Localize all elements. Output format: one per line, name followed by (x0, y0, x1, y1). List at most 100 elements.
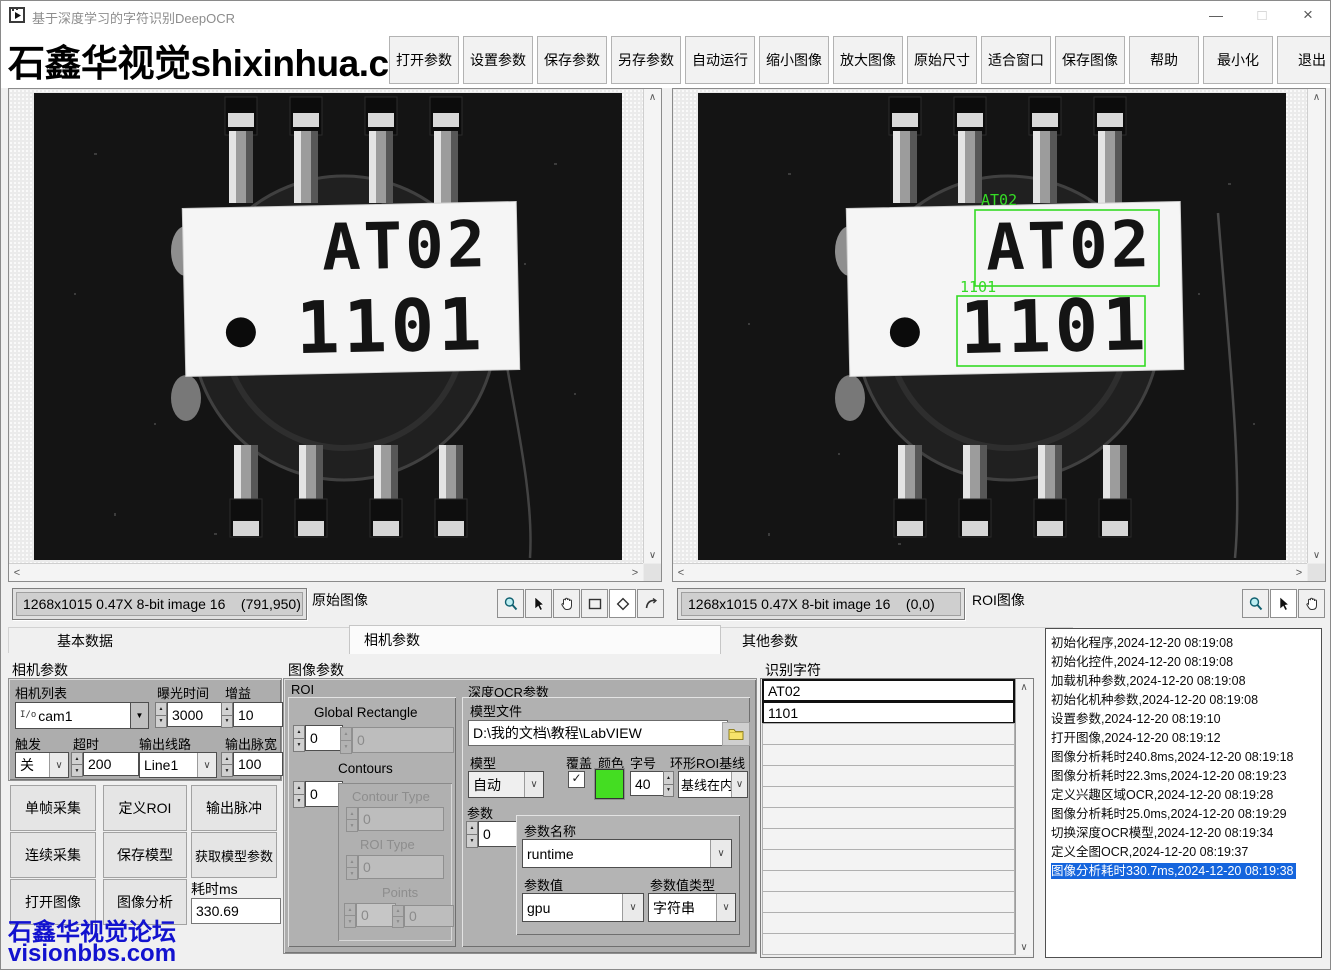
output-pulse-button[interactable]: 输出脉冲 (191, 785, 277, 831)
param-type-select[interactable]: 字符串 ∨ (648, 893, 736, 922)
scroll-right-icon[interactable]: > (1291, 564, 1307, 581)
scroll-down-icon[interactable]: ∨ (644, 547, 661, 563)
save-params-button[interactable]: 保存参数 (537, 36, 607, 84)
roi-image-viewport[interactable]: AT02 1101 AT02 1101 (673, 89, 1307, 563)
log-entry[interactable]: 图像分析耗时22.3ms,2024-12-20 08:19:23 (1051, 767, 1321, 786)
log-entry[interactable]: 加载机种参数,2024-12-20 08:19:08 (1051, 672, 1321, 691)
ring-baseline-select[interactable]: 基线在内 ∨ (678, 771, 748, 798)
spin-up-icon[interactable]: ▲ (155, 702, 167, 716)
chevron-down-icon[interactable]: ∨ (622, 894, 643, 921)
scroll-up-icon[interactable]: ∧ (1016, 679, 1032, 695)
zoom-out-image-button[interactable]: 缩小图像 (759, 36, 829, 84)
param-value-select[interactable]: gpu ∨ (522, 893, 644, 922)
get-model-params-button[interactable]: 获取模型参数 (191, 832, 277, 878)
camera-select[interactable]: I/ocam1 ▼ (15, 702, 149, 729)
recognized-row-empty[interactable] (762, 891, 1015, 913)
recognized-row-empty[interactable] (762, 723, 1015, 745)
gain-input[interactable]: 10 (233, 702, 283, 727)
trigger-select[interactable]: 关 ∨ (15, 752, 69, 778)
single-grab-button[interactable]: 单帧采集 (10, 785, 96, 831)
close-icon[interactable]: × (1285, 0, 1331, 30)
exposure-input[interactable]: 3000 (167, 702, 223, 727)
spin-up-icon[interactable]: ▲ (293, 781, 305, 795)
recognized-row[interactable]: AT02 (762, 679, 1015, 702)
zoom-tool-button[interactable] (497, 589, 524, 618)
log-entry[interactable]: 定义兴趣区域OCR,2024-12-20 08:19:28 (1051, 786, 1321, 805)
scroll-left-icon[interactable]: < (9, 564, 25, 581)
scroll-down-icon[interactable]: ∨ (1016, 939, 1032, 955)
recognized-row-empty[interactable] (762, 933, 1015, 955)
global-rect-index-stepper[interactable]: ▲▼ (293, 725, 305, 751)
spin-down-icon[interactable]: ▼ (293, 738, 305, 752)
log-entry[interactable]: 初始化程序,2024-12-20 08:19:08 (1051, 634, 1321, 653)
define-roi-button[interactable]: 定义ROI (103, 785, 187, 831)
spin-down-icon[interactable]: ▼ (221, 764, 233, 777)
model-select[interactable]: 自动 ∨ (468, 771, 544, 798)
cursor-tool-button[interactable] (1270, 589, 1297, 618)
horizontal-scrollbar[interactable]: < > (9, 563, 643, 581)
recognized-row-empty[interactable] (762, 870, 1015, 892)
cursor-tool-button[interactable] (525, 589, 552, 618)
auto-run-button[interactable]: 自动运行 (685, 36, 755, 84)
save-image-button[interactable]: 保存图像 (1055, 36, 1125, 84)
chevron-down-icon[interactable]: ∨ (710, 840, 731, 867)
scroll-up-icon[interactable]: ∧ (1308, 89, 1325, 105)
overlay-checkbox[interactable]: ✓ (568, 771, 585, 788)
zoom-in-image-button[interactable]: 放大图像 (833, 36, 903, 84)
log-entry[interactable]: 打开图像,2024-12-20 08:19:12 (1051, 729, 1321, 748)
minimize-button[interactable]: 最小化 (1203, 36, 1273, 84)
scroll-right-icon[interactable]: > (627, 564, 643, 581)
recognized-list-scrollbar[interactable]: ∧ ∨ (1015, 679, 1033, 955)
horizontal-scrollbar[interactable]: < > (673, 563, 1307, 581)
chevron-down-icon[interactable]: ∨ (49, 753, 68, 777)
vertical-scrollbar[interactable]: ∧ ∨ (1307, 89, 1325, 563)
log-entry[interactable]: 切换深度OCR模型,2024-12-20 08:19:34 (1051, 824, 1321, 843)
fit-window-button[interactable]: 适合窗口 (981, 36, 1051, 84)
tab-camera-params[interactable]: 相机参数 (349, 625, 721, 654)
maximize-icon[interactable]: □ (1239, 0, 1285, 30)
scroll-down-icon[interactable]: ∨ (1308, 547, 1325, 563)
spin-down-icon[interactable]: ▼ (155, 715, 167, 729)
spin-down-icon[interactable]: ▼ (466, 834, 478, 848)
recognized-row-empty[interactable] (762, 849, 1015, 871)
spin-up-icon[interactable]: ▲ (663, 771, 674, 785)
font-size-stepper[interactable]: ▲▼ (663, 771, 674, 796)
save-as-params-button[interactable]: 另存参数 (611, 36, 681, 84)
recognized-row[interactable]: 1101 (762, 701, 1015, 724)
spin-down-icon[interactable]: ▼ (293, 794, 305, 808)
log-entry[interactable]: 图像分析耗时240.8ms,2024-12-20 08:19:18 (1051, 748, 1321, 767)
zoom-tool-button[interactable] (1242, 589, 1269, 618)
chevron-down-icon[interactable]: ∨ (716, 894, 735, 921)
recognized-row-empty[interactable] (762, 828, 1015, 850)
model-path-input[interactable]: D:\我的文档\教程\LabVIEW (468, 720, 728, 746)
gain-stepper[interactable]: ▲▼ (221, 702, 233, 727)
output-line-select[interactable]: Line1 ∨ (139, 752, 217, 778)
chevron-down-icon[interactable]: ∨ (197, 753, 216, 777)
global-rect-index[interactable]: 0 (305, 725, 343, 751)
dropdown-arrow-icon[interactable]: ▼ (130, 703, 148, 728)
spin-up-icon[interactable]: ▲ (466, 821, 478, 835)
minimize-icon[interactable]: — (1193, 0, 1239, 30)
annulus-tool-button[interactable] (637, 589, 664, 618)
browse-folder-button[interactable] (722, 722, 750, 746)
recognized-row-empty[interactable] (762, 786, 1015, 808)
open-params-button[interactable]: 打开参数 (389, 36, 459, 84)
log-entry[interactable]: 设置参数,2024-12-20 08:19:10 (1051, 710, 1321, 729)
pulse-width-input[interactable]: 100 (233, 752, 283, 776)
spin-up-icon[interactable]: ▲ (221, 702, 233, 716)
original-size-button[interactable]: 原始尺寸 (907, 36, 977, 84)
pan-tool-button[interactable] (1298, 589, 1325, 618)
timeout-input[interactable]: 200 (83, 752, 139, 776)
exposure-stepper[interactable]: ▲▼ (155, 702, 167, 727)
rotated-rect-tool-button[interactable] (609, 589, 636, 618)
recognized-row-empty[interactable] (762, 807, 1015, 829)
recognized-row-empty[interactable] (762, 912, 1015, 934)
original-image-viewport[interactable]: AT02 1101 (9, 89, 643, 563)
visionbbs-link[interactable]: visionbbs.com (8, 940, 176, 968)
pan-tool-button[interactable] (553, 589, 580, 618)
spin-down-icon[interactable]: ▼ (221, 715, 233, 729)
overlay-color-swatch[interactable] (595, 769, 624, 799)
log-entry[interactable]: 图像分析耗时330.7ms,2024-12-20 08:19:38 (1051, 862, 1321, 881)
scroll-left-icon[interactable]: < (673, 564, 689, 581)
log-entry[interactable]: 图像分析耗时25.0ms,2024-12-20 08:19:29 (1051, 805, 1321, 824)
